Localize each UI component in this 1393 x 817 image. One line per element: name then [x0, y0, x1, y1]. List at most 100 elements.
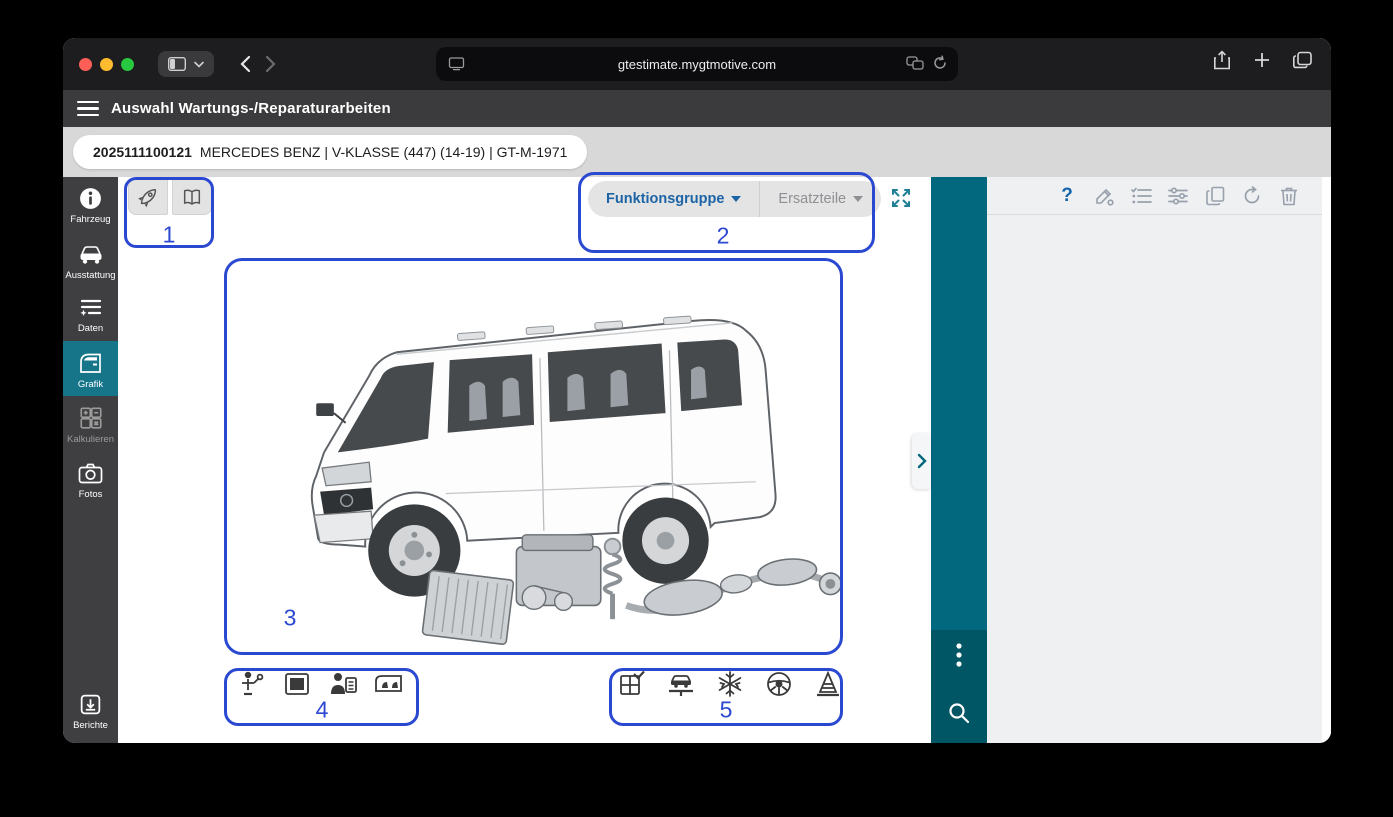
app-header: Auswahl Wartungs-/Reparaturarbeiten [63, 90, 1331, 127]
back-button[interactable] [240, 55, 251, 73]
traffic-lights [79, 57, 134, 71]
van-window-rear [677, 339, 743, 412]
panel-frame-icon[interactable] [282, 669, 312, 699]
bottom-left-icon-group [236, 669, 404, 699]
camera-icon [77, 461, 104, 486]
copy-icon[interactable] [1204, 185, 1226, 207]
sidebar-item-daten[interactable]: Daten [63, 287, 118, 341]
left-sidebar: Fahrzeug Ausstattung Daten Grafik Kalkul… [63, 177, 118, 743]
address-bar[interactable]: gtestimate.mygtmotive.com [436, 47, 958, 81]
funktionsgruppe-label: Funktionsgruppe [606, 191, 725, 207]
sidebar-item-fotos[interactable]: Fotos [63, 452, 118, 507]
car-lift-icon[interactable] [666, 669, 696, 699]
service-icon[interactable] [236, 669, 266, 699]
trash-icon[interactable] [1278, 185, 1300, 207]
sidebar-icon [168, 57, 186, 71]
interior-icon[interactable] [374, 669, 404, 699]
van-window-front [447, 354, 535, 433]
chevron-right-icon [917, 453, 927, 469]
search-icon[interactable] [947, 701, 971, 725]
reload-icon[interactable] [932, 55, 948, 71]
car-icon [77, 241, 105, 267]
van-illustration[interactable] [222, 253, 850, 689]
browser-titlebar: gtestimate.mygtmotive.com [63, 38, 1331, 90]
strut-part [602, 537, 623, 620]
sidebar-item-label: Kalkulieren [67, 434, 114, 445]
climate-icon[interactable] [715, 669, 745, 699]
filter-icon[interactable] [1167, 185, 1189, 207]
sidebar-item-fahrzeug[interactable]: Fahrzeug [63, 177, 118, 232]
vehicle-bar: 2025111100121 MERCEDES BENZ | V-KLASSE (… [63, 127, 1331, 177]
ersatzteile-tab[interactable]: Ersatzteile [759, 181, 881, 217]
jack-icon[interactable] [813, 669, 843, 699]
sidebar-item-kalkulieren: Kalkulieren [63, 396, 118, 452]
rocket-icon [137, 186, 159, 208]
sidebar-item-label: Daten [77, 323, 104, 334]
bottom-right-icon-group [617, 669, 843, 699]
graphics-main: Funktionsgruppe Ersatzteile [118, 177, 931, 743]
share-icon[interactable] [1213, 50, 1231, 70]
calculator-icon [78, 405, 104, 431]
maintenance-grid-icon[interactable] [617, 669, 647, 699]
sidebar-item-label: Grafik [77, 378, 104, 390]
privacy-icon[interactable] [906, 55, 924, 71]
forward-button[interactable] [265, 55, 276, 73]
fullscreen-button[interactable] [888, 185, 914, 211]
ersatzteile-label: Ersatzteile [778, 191, 847, 207]
panel-collapse-tab[interactable] [912, 433, 931, 489]
help-icon[interactable]: ? [1056, 185, 1078, 207]
expand-icon [888, 185, 914, 211]
page-icon [448, 55, 465, 72]
van-window-mid [547, 343, 666, 422]
steering-wheel-icon[interactable] [764, 669, 794, 699]
catalog-icon [181, 186, 203, 208]
report-download-icon [78, 692, 103, 717]
car-door-icon [77, 350, 104, 376]
sidebar-item-label: Ausstattung [65, 269, 116, 281]
minimize-button[interactable] [100, 57, 113, 71]
sidebar-item-label: Fotos [78, 488, 103, 500]
vehicle-info: MERCEDES BENZ | V-KLASSE (447) (14-19) |… [199, 144, 568, 160]
menu-icon[interactable] [77, 100, 99, 117]
radiator-part [421, 569, 515, 646]
chevron-down-icon [194, 61, 204, 68]
more-options-icon[interactable] [956, 643, 962, 667]
group-selector: Funktionsgruppe Ersatzteile [588, 181, 882, 217]
close-button[interactable] [79, 57, 92, 71]
sidebar-item-label: Berichte [73, 719, 108, 731]
info-icon [78, 186, 103, 211]
page-title: Auswahl Wartungs-/Reparaturarbeiten [111, 100, 391, 117]
sidebar-item-ausstattung[interactable]: Ausstattung [63, 232, 118, 288]
nav-buttons [232, 51, 284, 77]
task-list-icon[interactable] [1130, 185, 1152, 207]
case-number: 2025111100121 [93, 144, 192, 160]
estimate-toolbar: ? [987, 177, 1322, 215]
content-area: Fahrzeug Ausstattung Daten Grafik Kalkul… [63, 177, 1331, 743]
graphics-toolbar [128, 179, 212, 215]
sidebar-item-berichte[interactable]: Berichte [63, 683, 118, 738]
chevron-down-icon [853, 196, 864, 202]
funktionsgruppe-tab[interactable]: Funktionsgruppe [588, 181, 759, 217]
engine-part [515, 534, 602, 612]
catalog-button[interactable] [172, 179, 212, 215]
undo-icon[interactable] [1241, 185, 1263, 207]
results-strip [912, 177, 987, 743]
van-rear-wheel [622, 497, 709, 584]
edit-icon[interactable] [1093, 185, 1115, 207]
zoom-button[interactable] [121, 57, 134, 71]
tab-overview-icon[interactable] [1293, 51, 1313, 69]
quick-start-button[interactable] [128, 179, 168, 215]
desktop-background: gtestimate.mygtmotive.com Auswahl Wartun… [0, 0, 1393, 817]
chevron-down-icon [731, 196, 742, 202]
browser-window: gtestimate.mygtmotive.com Auswahl Wartun… [63, 38, 1331, 743]
sidebar-item-label: Fahrzeug [70, 214, 111, 225]
data-list-icon [78, 296, 104, 320]
url-text: gtestimate.mygtmotive.com [617, 56, 777, 72]
sidebar-toggle[interactable] [158, 51, 214, 77]
new-tab-icon[interactable] [1253, 51, 1271, 69]
inspection-icon[interactable] [328, 669, 358, 699]
estimate-panel: ? [987, 177, 1331, 743]
sidebar-item-grafik[interactable]: Grafik [63, 340, 118, 396]
scrollbar-track[interactable] [1322, 177, 1331, 743]
vehicle-summary-pill[interactable]: 2025111100121 MERCEDES BENZ | V-KLASSE (… [73, 135, 588, 169]
